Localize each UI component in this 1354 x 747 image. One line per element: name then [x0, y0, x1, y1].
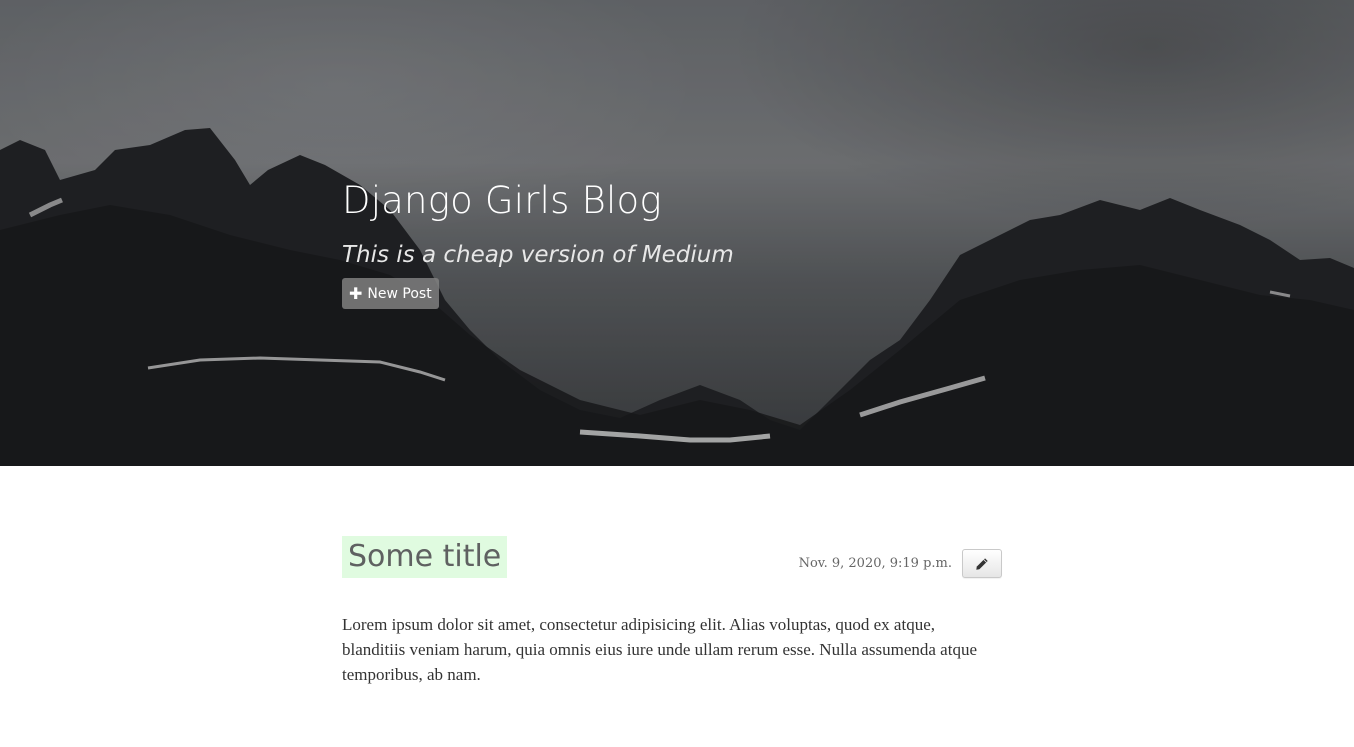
post-item: Some title Nov. 9, 2020, 9:19 p.m. Lorem… [342, 536, 1002, 687]
post-header: Some title Nov. 9, 2020, 9:19 p.m. [342, 536, 1002, 578]
site-title[interactable]: Django Girls Blog [342, 176, 1042, 226]
post-list: Some title Nov. 9, 2020, 9:19 p.m. Lorem… [342, 466, 1002, 687]
post-meta: Nov. 9, 2020, 9:19 p.m. [799, 549, 1002, 578]
new-post-button[interactable]: ✚ New Post [342, 278, 439, 309]
new-post-label: New Post [367, 285, 432, 302]
hero-header: Django Girls Blog This is a cheap versio… [0, 0, 1354, 466]
plus-icon: ✚ [349, 283, 363, 303]
post-title[interactable]: Some title [342, 536, 508, 578]
hero-content: Django Girls Blog This is a cheap versio… [342, 176, 1042, 309]
site-subtitle: This is a cheap version of Medium [342, 242, 734, 268]
post-body: Lorem ipsum dolor sit amet, consectetur … [342, 615, 977, 684]
post-date: Nov. 9, 2020, 9:19 p.m. [798, 556, 952, 571]
pencil-icon [976, 557, 988, 570]
edit-post-button[interactable] [962, 549, 1002, 578]
